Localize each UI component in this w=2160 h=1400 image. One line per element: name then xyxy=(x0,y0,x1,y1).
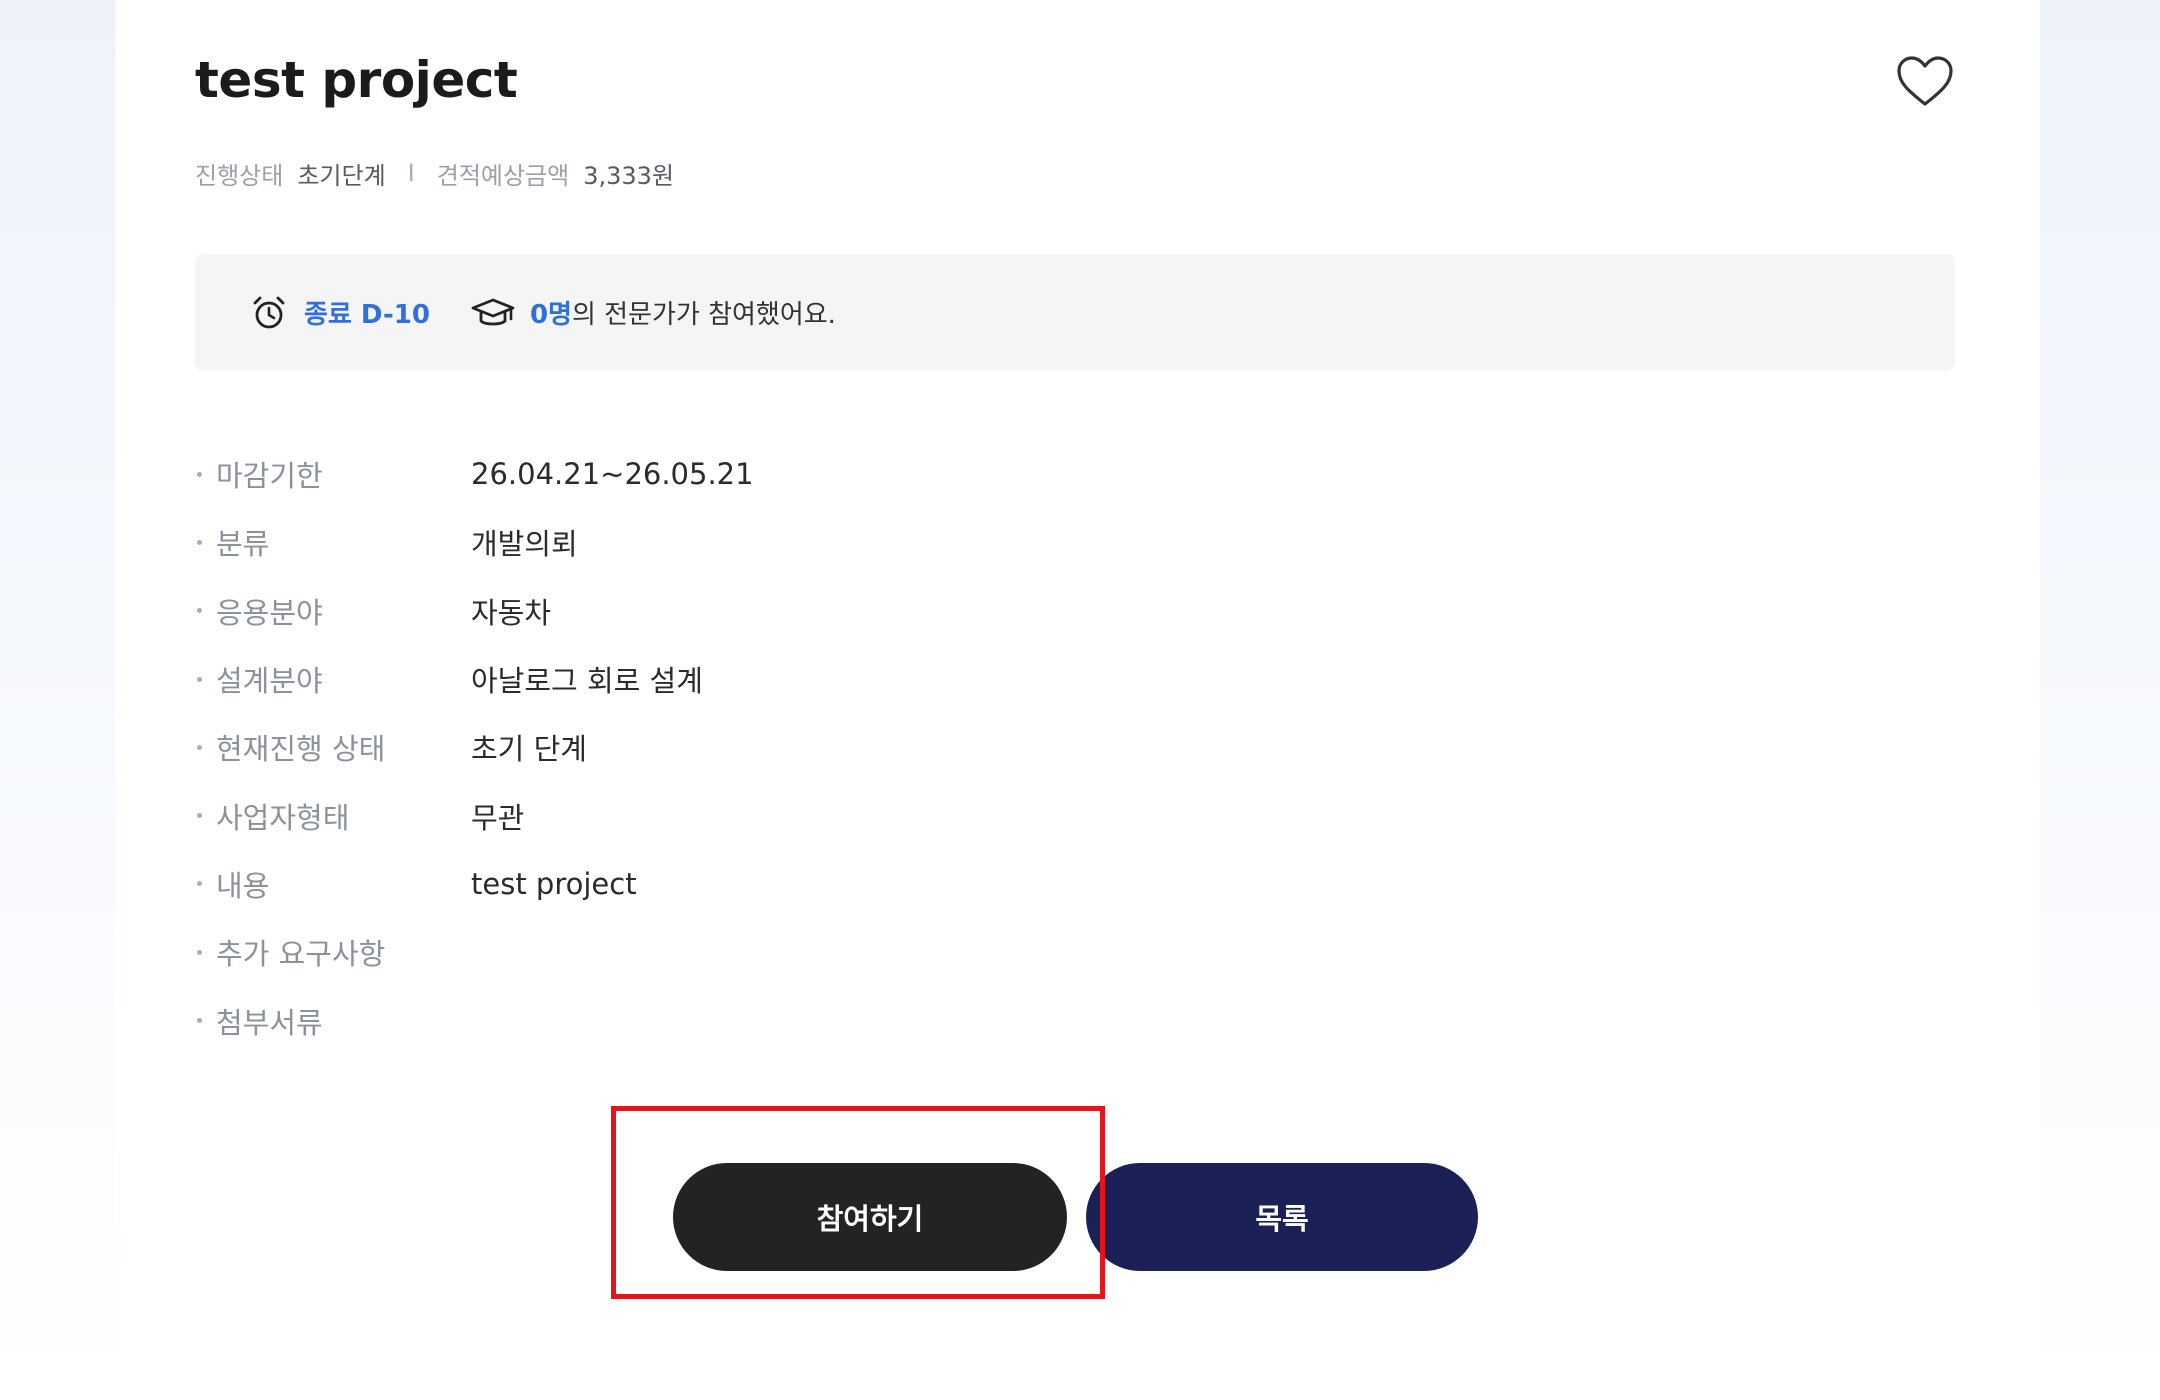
bullet-dot xyxy=(197,881,202,887)
bullet-dot xyxy=(197,676,202,682)
alarm-clock-icon xyxy=(253,296,285,328)
project-meta: 진행상태 초기단계 I 견적예상금액 3,333원 xyxy=(195,153,674,193)
project-title: test project xyxy=(195,51,518,109)
detail-row: 설계분야 아날로그 회로 설계 xyxy=(195,645,1595,713)
bullet-dot xyxy=(197,744,202,750)
participant-text: 의 전문가가 참여했어요. xyxy=(571,300,836,330)
bullet-dot xyxy=(197,471,202,477)
detail-value: 무관 xyxy=(471,800,525,835)
project-details: 마감기한 26.04.21~26.05.21 분류 개발의뢰 응용분야 자동차 … xyxy=(195,440,1595,1055)
detail-value: 26.04.21~26.05.21 xyxy=(471,457,754,492)
detail-value: 초기 단계 xyxy=(471,732,587,767)
detail-row: 현재진행 상태 초기 단계 xyxy=(195,713,1595,781)
bullet-dot xyxy=(197,949,202,955)
join-button-label: 참여하기 xyxy=(816,1202,924,1236)
meta-separator: I xyxy=(407,159,415,187)
detail-value: test project xyxy=(471,866,637,901)
detail-row: 사업자형태 무관 xyxy=(195,781,1595,849)
status-label: 진행상태 xyxy=(195,161,284,190)
detail-row: 내용 test project xyxy=(195,850,1595,918)
detail-key: 현재진행 상태 xyxy=(216,732,386,767)
detail-row: 응용분야 자동차 xyxy=(195,577,1595,645)
status-value: 초기단계 xyxy=(297,161,386,190)
join-button[interactable]: 참여하기 xyxy=(673,1163,1067,1271)
detail-value: 아날로그 회로 설계 xyxy=(471,664,703,699)
project-notice: 종료 D-10 0명 의 전문가가 참여했어요. xyxy=(195,254,1955,371)
detail-value: 자동차 xyxy=(471,595,552,630)
estimate-label: 견적예상금액 xyxy=(436,161,570,190)
project-detail-card: test project 진행상태 초기단계 I 견적예상금액 3,333원 종… xyxy=(115,0,2040,1400)
bullet-dot xyxy=(197,539,202,545)
detail-key: 마감기한 xyxy=(216,459,323,494)
heart-icon[interactable] xyxy=(1895,54,1955,108)
bullet-dot xyxy=(197,1018,202,1024)
detail-key: 설계분야 xyxy=(216,664,323,699)
bullet-dot xyxy=(197,608,202,614)
detail-key: 사업자형태 xyxy=(216,800,350,835)
detail-row: 추가 요구사항 xyxy=(195,918,1595,986)
detail-key: 첨부서류 xyxy=(216,1005,323,1040)
detail-key: 추가 요구사항 xyxy=(216,937,386,972)
list-button-label: 목록 xyxy=(1255,1202,1309,1236)
detail-row: 첨부서류 xyxy=(195,986,1595,1054)
bullet-dot xyxy=(197,813,202,819)
detail-key: 내용 xyxy=(216,868,270,903)
list-button[interactable]: 목록 xyxy=(1086,1163,1478,1271)
detail-value: 개발의뢰 xyxy=(471,527,578,562)
detail-row: 마감기한 26.04.21~26.05.21 xyxy=(195,440,1595,508)
deadline-text: 종료 D-10 xyxy=(304,300,430,330)
detail-key: 응용분야 xyxy=(216,595,323,630)
detail-key: 분류 xyxy=(216,527,270,562)
graduation-cap-icon xyxy=(471,298,515,325)
participant-count: 0명 xyxy=(529,300,572,330)
estimate-value: 3,333원 xyxy=(583,161,675,190)
detail-row: 분류 개발의뢰 xyxy=(195,508,1595,576)
